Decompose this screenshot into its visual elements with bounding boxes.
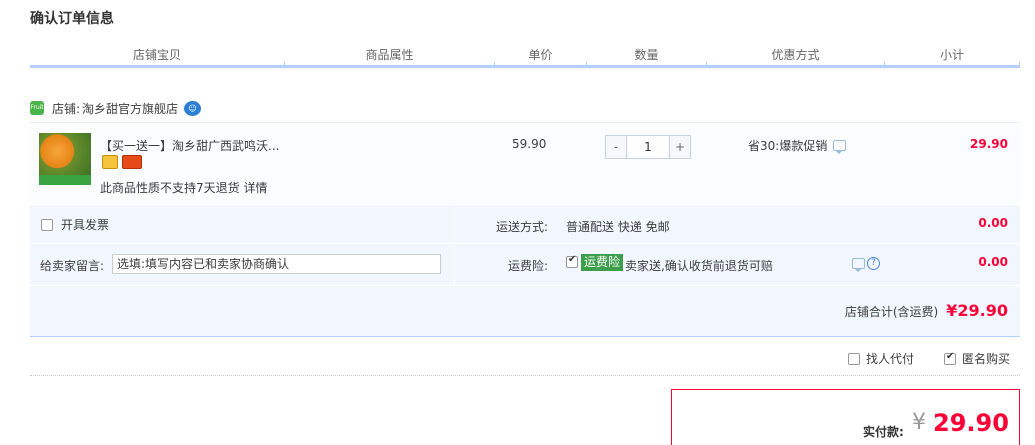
- insurance-icons: ?: [846, 257, 880, 272]
- shop-total-value: ¥29.90: [946, 301, 1008, 320]
- card-badge-icon[interactable]: [122, 155, 142, 169]
- header-shop-items: 店铺宝贝: [30, 44, 285, 66]
- page-title: 确认订单信息: [30, 11, 114, 27]
- shop-name-link[interactable]: 淘乡甜官方旗舰店: [82, 100, 178, 117]
- unit-price: 59.90: [512, 137, 547, 151]
- seller-message-label: 给卖家留言:: [40, 259, 105, 273]
- anonymous-buy-label: 匿名购买: [962, 352, 1011, 366]
- promo-comment-icon[interactable]: [833, 140, 847, 154]
- order-options: 开具发票 运送方式: 普通配送 快递 免邮 0.00 给卖家留言: 运费险: 运…: [30, 205, 1020, 337]
- header-attributes: 商品属性: [285, 44, 495, 66]
- shop-total: 店铺合计(含运费) ¥29.90: [845, 301, 1008, 320]
- help-icon[interactable]: ?: [867, 257, 880, 270]
- quantity-decrease-button[interactable]: -: [606, 136, 627, 158]
- shop-logo-icon: Fruit: [30, 101, 44, 115]
- table-header: 店铺宝贝 商品属性 单价 数量 优惠方式 小计: [30, 44, 1020, 68]
- quantity-input[interactable]: [627, 136, 669, 158]
- thumbnail-band: [39, 175, 91, 185]
- payment-label: 实付款:: [863, 425, 904, 439]
- proxy-pay-label: 找人代付: [866, 352, 915, 366]
- product-thumbnail[interactable]: [39, 133, 91, 185]
- anonymous-buy-option[interactable]: 匿名购买: [944, 350, 1010, 367]
- item-subtotal: 29.90: [970, 137, 1008, 151]
- promotion-info: 省30:爆款促销: [748, 137, 847, 154]
- payment-summary: 实付款: ¥ 29.90: [671, 389, 1020, 445]
- invoice-option[interactable]: 开具发票: [41, 216, 109, 233]
- wangwang-chat-icon[interactable]: ☺: [184, 100, 202, 116]
- quantity-increase-button[interactable]: +: [669, 136, 690, 158]
- payment-amount: 29.90: [933, 409, 1009, 437]
- seller-message-input[interactable]: [112, 254, 441, 274]
- insurance-tag: 运费险: [581, 254, 624, 271]
- header-discount: 优惠方式: [707, 44, 885, 66]
- options-divider: [30, 243, 1020, 244]
- header-unit-price: 单价: [495, 44, 587, 66]
- shipping-method: 普通配送 快递 免邮: [566, 220, 670, 234]
- quantity-stepper: - +: [605, 135, 691, 159]
- insurance-description: 卖家送,确认收货前退货可赔: [625, 259, 773, 273]
- invoice-label: 开具发票: [61, 218, 110, 232]
- payment-currency: ¥: [912, 410, 926, 435]
- insurance-price: 0.00: [978, 255, 1008, 269]
- return-policy-notice[interactable]: 此商品性质不支持7天退货 详情: [100, 179, 267, 196]
- shop-total-label: 店铺合计(含运费): [844, 305, 939, 319]
- header-subtotal: 小计: [885, 44, 1020, 66]
- proxy-pay-checkbox[interactable]: [848, 352, 860, 365]
- shop-label: 店铺:: [52, 101, 81, 116]
- shop-row: Fruit 店铺: 淘乡甜官方旗舰店 ☺: [30, 96, 202, 120]
- header-quantity: 数量: [587, 44, 707, 66]
- guarantee-badge-icon[interactable]: [102, 155, 118, 169]
- extra-options: 找人代付 匿名购买: [30, 338, 1020, 376]
- service-badges: [102, 155, 146, 169]
- order-item-row: 【买一送一】淘乡甜广西武鸣沃... 此商品性质不支持7天退货 详情 59.90 …: [30, 122, 1020, 204]
- options-divider-vertical: [454, 205, 455, 285]
- anonymous-buy-checkbox[interactable]: [944, 351, 956, 365]
- proxy-pay-option[interactable]: 找人代付: [848, 350, 914, 367]
- insurance-checkbox[interactable]: [566, 254, 578, 268]
- invoice-checkbox[interactable]: [41, 218, 53, 231]
- shipping-label: 运送方式:: [496, 220, 549, 234]
- shipping-price: 0.00: [978, 216, 1008, 230]
- insurance-comment-icon[interactable]: [852, 258, 865, 272]
- promotion-text: 省30:爆款促销: [748, 139, 828, 153]
- insurance-label: 运费险:: [508, 259, 549, 273]
- options-divider: [30, 285, 1020, 286]
- product-title-link[interactable]: 【买一送一】淘乡甜广西武鸣沃...: [100, 137, 279, 154]
